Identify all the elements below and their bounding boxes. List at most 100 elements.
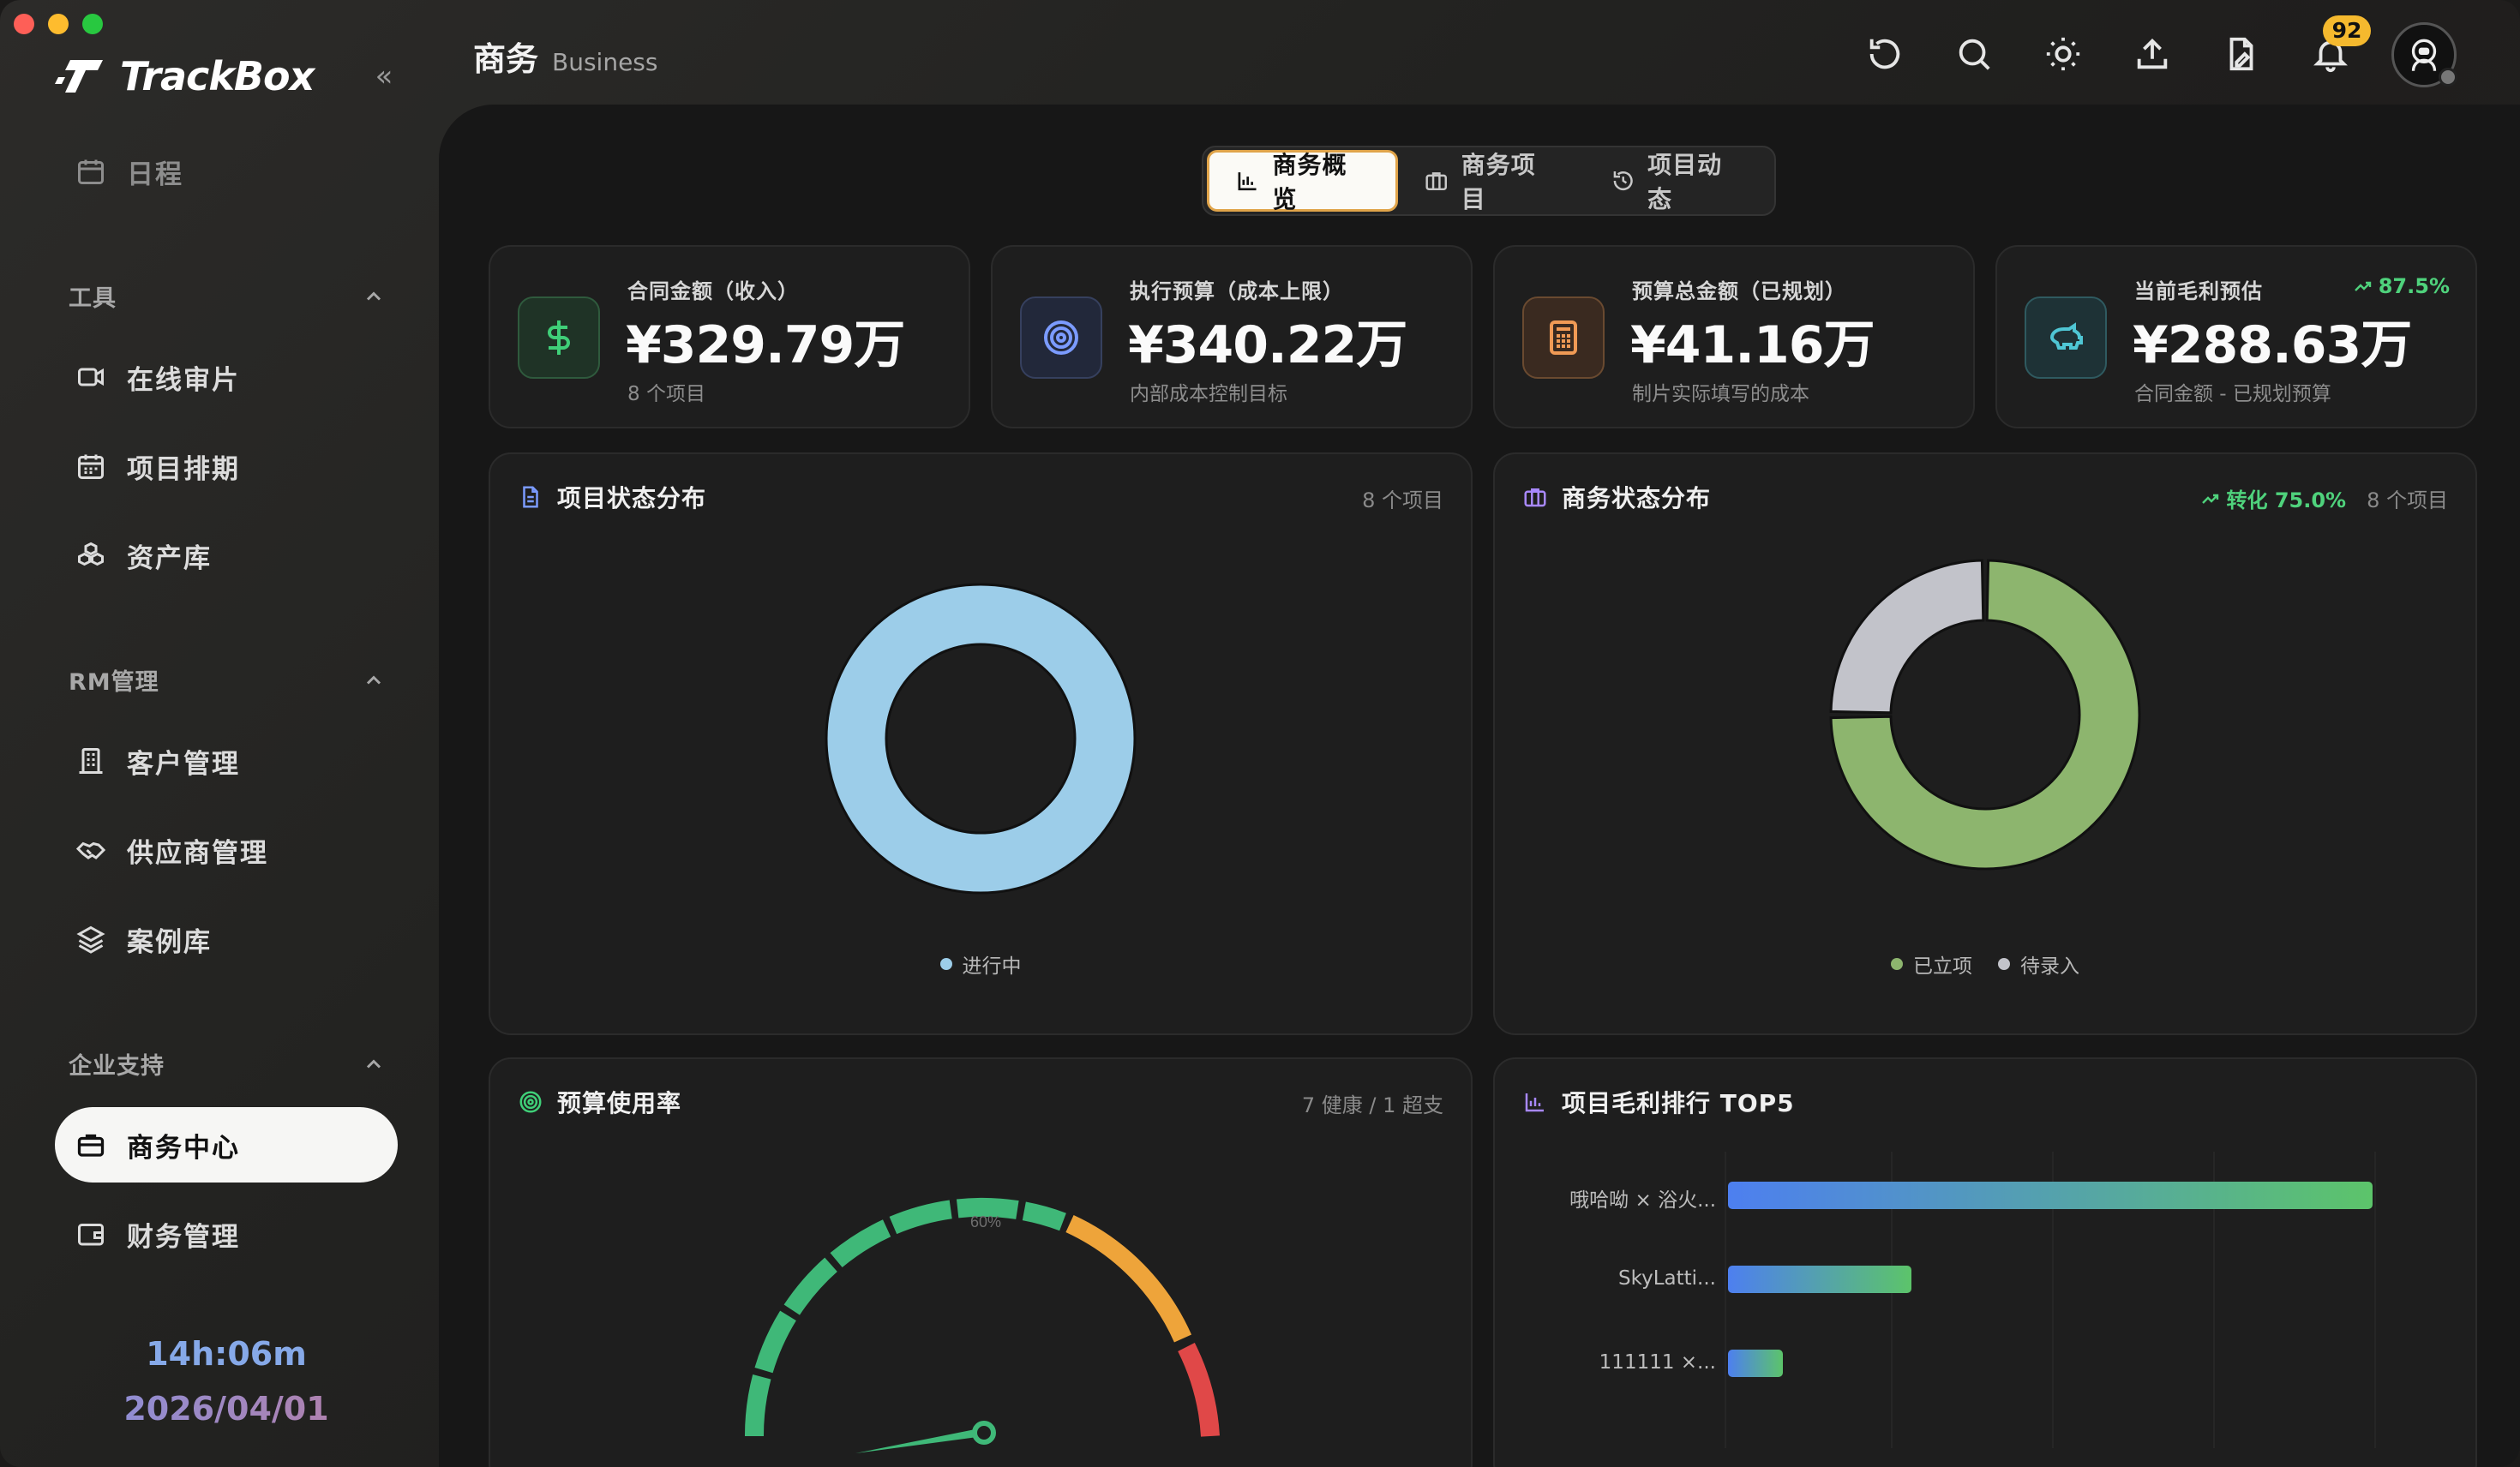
bar-label: 哦哈呦 × 浴火... (1569, 1189, 1716, 1212)
conversion-text: 转化 75.0% (2226, 488, 2347, 512)
section-title: 企业支持 (69, 1053, 165, 1080)
budget-gauge: 60% (744, 1197, 1220, 1453)
bar[interactable] (1728, 1182, 2373, 1209)
collapse-sidebar-icon[interactable]: « (370, 62, 398, 91)
panel-project-status: 项目状态分布 8 个项目 进行中 (489, 452, 1473, 1035)
target-icon (519, 1091, 542, 1113)
sidebar-item-finance[interactable]: 财务管理 (55, 1196, 398, 1272)
section-title: RM管理 (69, 669, 159, 696)
handshake-icon (72, 831, 110, 869)
sidebar-item-schedule[interactable]: 日程 (55, 134, 398, 209)
legend-item[interactable]: 进行中 (939, 949, 1022, 979)
legend-dot (939, 958, 952, 970)
grid-line (2374, 1152, 2376, 1448)
panel-title-text: 项目毛利排行 TOP5 (1562, 1089, 1795, 1117)
sidebar-item-assets[interactable]: 资产库 (55, 518, 398, 593)
wallet-icon (72, 1215, 110, 1253)
upload-icon[interactable] (2133, 34, 2172, 74)
health-summary: 7 健康 / 1 超支 (1301, 1093, 1443, 1117)
brand-name: TrackBox (120, 53, 315, 99)
sidebar-item-label: 资产库 (127, 542, 212, 574)
stat-sub: 合同金额 - 已规划预算 (2134, 383, 2331, 405)
stat-card-margin: 当前毛利预估 87.5% ¥288.63万 合同金额 - 已规划预算 (1995, 245, 2477, 428)
stat-label: 当前毛利预估 (2134, 279, 2263, 303)
bar[interactable] (1728, 1350, 1783, 1377)
panel-margin-ranking: 项目毛利排行 TOP5 (1493, 1057, 2477, 1467)
status-dot (2439, 68, 2457, 87)
panel-title: 项目毛利排行 TOP5 (1522, 1085, 1795, 1119)
section-title: 工具 (69, 285, 117, 312)
briefcase-icon (72, 1126, 110, 1164)
briefcase-icon (1425, 172, 1448, 191)
stat-card-contract: 合同金额（收入） ¥329.79万 8 个项目 (489, 245, 970, 428)
avatar[interactable] (2391, 22, 2457, 87)
bar-label: 111111 ×... (1599, 1351, 1716, 1374)
bar[interactable] (1728, 1266, 1911, 1293)
history-icon (1613, 171, 1633, 191)
bar-chart-icon (1238, 172, 1257, 191)
sidebar-item-business-center[interactable]: 商务中心 (55, 1107, 398, 1183)
sidebar-item-label: 日程 (127, 159, 183, 190)
legend-dot (1998, 958, 2010, 970)
tab-project-activity[interactable]: 项目动态 (1585, 150, 1771, 213)
document-icon (523, 486, 538, 508)
trackbox-logo-icon (55, 60, 103, 93)
page-title-en: Business (552, 48, 658, 76)
page-title: 商务 Business (473, 33, 658, 80)
layers-icon (72, 920, 110, 958)
calendar-icon (72, 153, 110, 190)
sidebar-item-customers[interactable]: 客户管理 (55, 723, 398, 799)
gauge-arc-orange (1065, 1215, 1192, 1343)
trend-up-icon (2354, 281, 2371, 291)
trend-up-icon (2202, 494, 2219, 504)
tab-business-overview[interactable]: 商务概览 (1207, 150, 1399, 213)
sidebar-item-suppliers[interactable]: 供应商管理 (55, 812, 398, 888)
sidebar-item-online-review[interactable]: 在线审片 (55, 339, 398, 415)
stat-card-budget: 执行预算（成本上限） ¥340.22万 内部成本控制目标 (991, 245, 1473, 428)
donut-chart-project-status (825, 583, 1137, 895)
search-icon[interactable] (1954, 34, 1994, 74)
panel-title: 预算使用率 (518, 1085, 681, 1119)
panel-meta: 8 个项目 (1362, 483, 1443, 513)
app-window: TrackBox « 日程 工具 在线审片 项目排期 资产库 RM管理 客户管理… (0, 0, 2520, 1467)
trend-value: 87.5% (2378, 274, 2450, 298)
stat-label: 执行预算（成本上限） (1130, 279, 1344, 303)
sidebar-item-cases[interactable]: 案例库 (55, 901, 398, 977)
trend-up: 87.5% (2353, 274, 2450, 298)
sidebar-item-label: 财务管理 (127, 1221, 240, 1253)
gauge-tick-label: 60% (970, 1213, 1001, 1230)
sidebar: TrackBox « 日程 工具 在线审片 项目排期 资产库 RM管理 客户管理… (0, 0, 439, 1467)
file-edit-icon[interactable] (2222, 34, 2261, 74)
sun-icon[interactable] (2043, 34, 2083, 74)
stat-value: ¥41.16万 (1630, 315, 1875, 375)
donut-slice-0[interactable] (825, 583, 1137, 895)
project-count: 8 个项目 (2367, 488, 2448, 512)
stat-value: ¥329.79万 (626, 315, 905, 375)
conversion-rate: 转化 75.0% (2200, 483, 2346, 513)
donut-slice-1[interactable] (1829, 559, 1985, 715)
target-icon (1020, 296, 1102, 379)
section-rm[interactable]: RM管理 (69, 663, 386, 697)
legend-item[interactable]: 已立项 (1891, 949, 1972, 979)
legend-item[interactable]: 待录入 (1998, 949, 2079, 979)
brand[interactable]: TrackBox (55, 53, 315, 99)
tab-label: 商务概览 (1272, 151, 1347, 213)
tab-business-projects[interactable]: 商务项目 (1398, 150, 1584, 213)
grid-line (1725, 1152, 1726, 1448)
clock-time: 14h:06m (146, 1335, 307, 1373)
refresh-icon[interactable] (1865, 34, 1905, 74)
tab-label: 项目动态 (1647, 151, 1723, 213)
sidebar-item-project-schedule[interactable]: 项目排期 (55, 428, 398, 504)
astronaut-icon (2411, 39, 2437, 71)
section-enterprise[interactable]: 企业支持 (69, 1047, 386, 1081)
briefcase-icon (1524, 488, 1546, 507)
stat-sub: 制片实际填写的成本 (1632, 383, 1809, 405)
panel-business-status: 商务状态分布 转化 75.0% 8 个项目 已立项 待录入 (1493, 452, 2477, 1035)
page-title-zh: 商务 (473, 40, 539, 78)
building-icon (72, 742, 110, 780)
section-tools[interactable]: 工具 (69, 279, 386, 313)
stat-label: 预算总金额（已规划） (1632, 279, 1846, 303)
stat-value: ¥340.22万 (1128, 315, 1407, 375)
dollar-icon (518, 296, 600, 379)
stat-value: ¥288.63万 (2133, 315, 2412, 375)
